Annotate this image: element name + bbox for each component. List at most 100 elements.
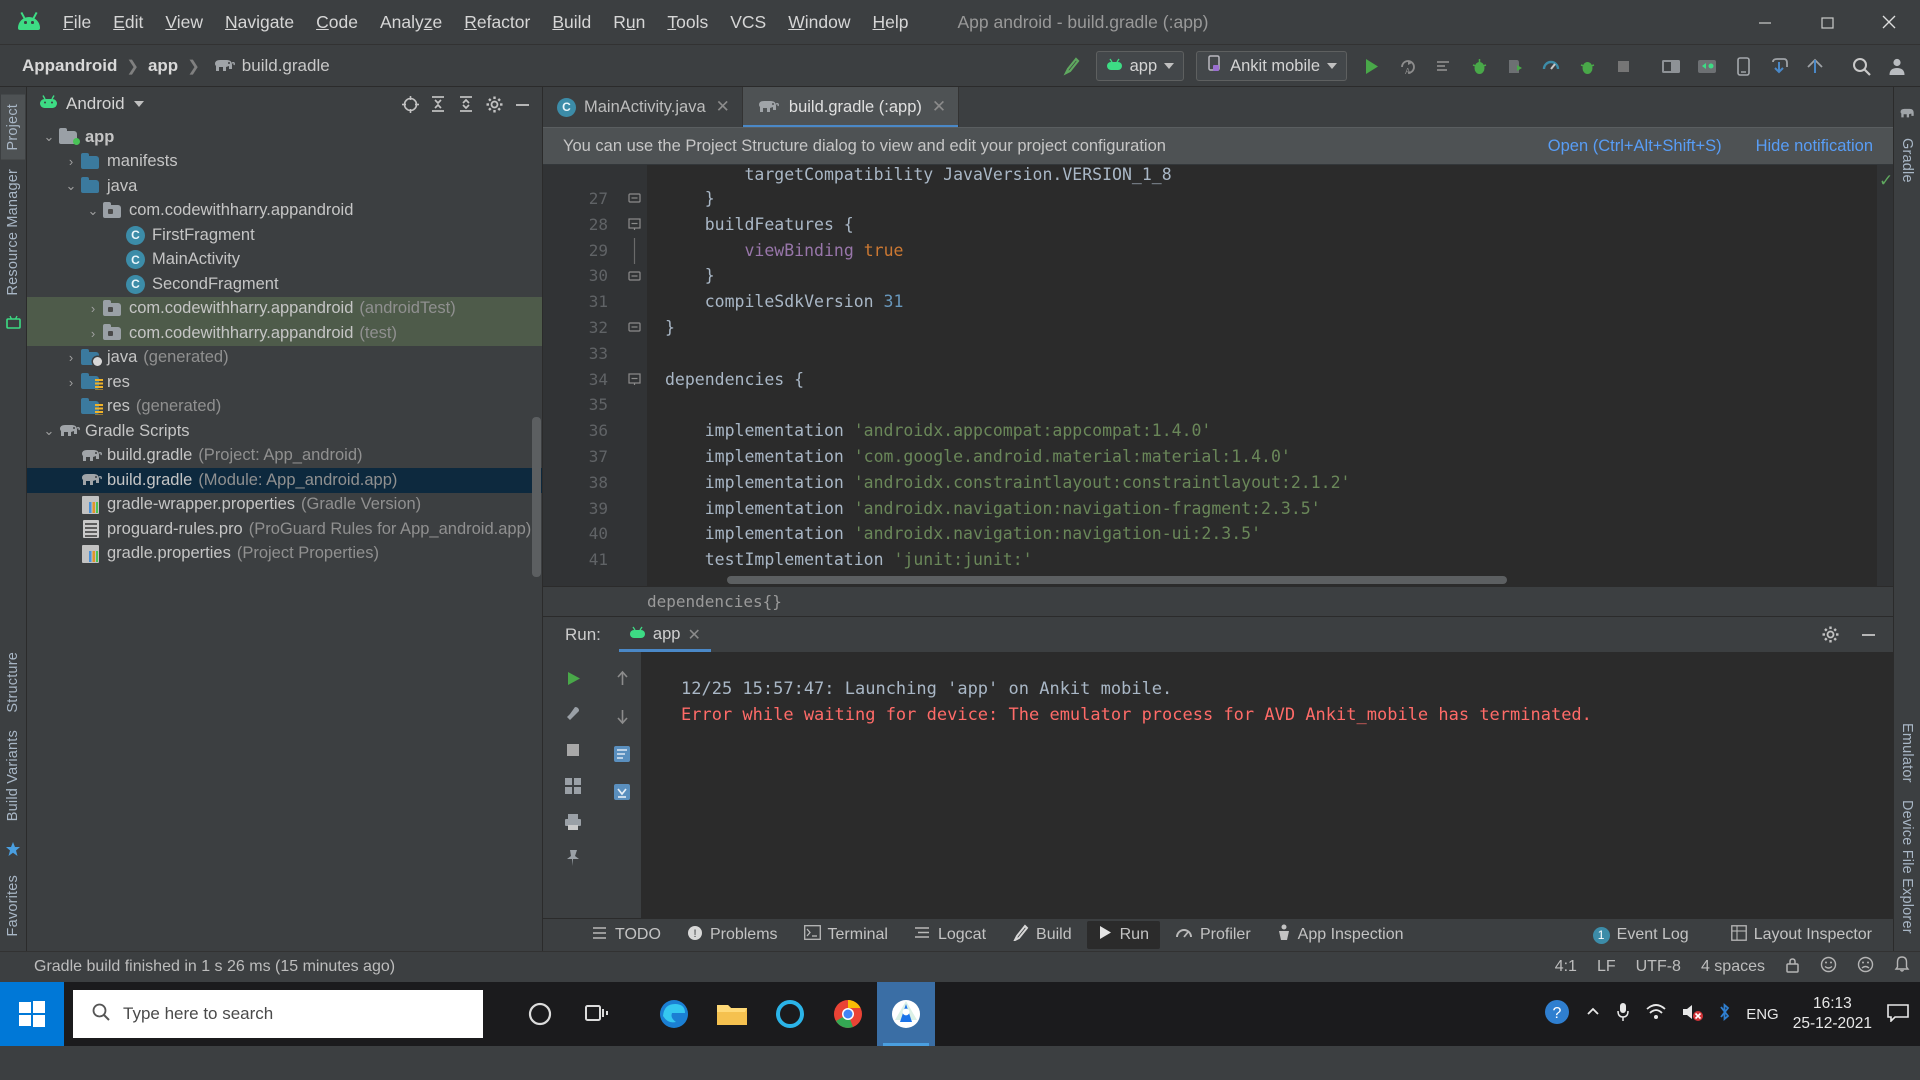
profiler-icon[interactable] <box>1534 49 1568 83</box>
code-line[interactable]: implementation 'androidx.constraintlayou… <box>665 470 1877 496</box>
menu-item-vcs[interactable]: VCS <box>719 7 777 38</box>
tree-row[interactable]: ⌄ Gradle Scripts <box>27 419 542 444</box>
feedback-frown-icon[interactable] <box>1857 956 1874 978</box>
fold-collapse-icon[interactable] <box>621 212 647 238</box>
chevron-down-icon[interactable]: ⌄ <box>41 423 57 439</box>
menu-item-build[interactable]: Build <box>541 7 602 38</box>
file-encoding[interactable]: UTF-8 <box>1636 958 1681 976</box>
avd-icon-2[interactable] <box>1798 49 1832 83</box>
code-line[interactable]: compileSdkVersion 31 <box>665 289 1877 315</box>
minimize-button[interactable] <box>1734 0 1796 45</box>
tree-row[interactable]: › com.codewithharry.appandroid (test) <box>27 321 542 346</box>
editor-tab-mainactivity[interactable]: C MainActivity.java ✕ <box>543 87 743 127</box>
sidebar-item-project[interactable]: Project <box>1 95 25 160</box>
code-line[interactable]: } <box>665 186 1877 212</box>
collapse-all-icon[interactable] <box>452 91 480 117</box>
toolwindow-button-problems[interactable]: ! Problems <box>676 921 789 950</box>
device-manager-icon[interactable] <box>1726 49 1760 83</box>
module-selector[interactable]: app <box>1095 51 1185 81</box>
tree-row[interactable]: C MainActivity <box>27 248 542 273</box>
fold-end-icon[interactable] <box>621 263 647 289</box>
rerun-button[interactable] <box>556 662 590 694</box>
attach-debugger-icon[interactable] <box>1498 49 1532 83</box>
caret-position[interactable]: 4:1 <box>1555 958 1577 976</box>
breadcrumb-file[interactable]: build.gradle <box>242 56 330 76</box>
menu-item-edit[interactable]: Edit <box>102 7 154 38</box>
notification-open-link[interactable]: Open (Ctrl+Alt+Shift+S) <box>1548 137 1722 156</box>
expand-all-icon[interactable] <box>424 91 452 117</box>
sidebar-item-emulator[interactable]: Emulator <box>1895 714 1919 792</box>
wifi-icon[interactable] <box>1645 1003 1667 1025</box>
editor-tab-buildgradle[interactable]: build.gradle (:app) ✕ <box>742 87 960 127</box>
code-line[interactable] <box>665 392 1877 418</box>
stop-button[interactable] <box>1606 49 1640 83</box>
stop-run-button[interactable] <box>556 734 590 766</box>
chevron-right-icon[interactable]: › <box>85 301 101 316</box>
sdk-manager-icon[interactable] <box>1654 49 1688 83</box>
tree-scrollbar[interactable] <box>532 417 541 577</box>
sidebar-item-device-file-explorer[interactable]: Device File Explorer <box>1895 791 1919 943</box>
code-line[interactable]: implementation 'androidx.navigation:navi… <box>665 496 1877 522</box>
sidebar-item-favorites[interactable]: Favorites <box>1 866 25 945</box>
language-indicator[interactable]: ENG <box>1746 1006 1779 1023</box>
volume-muted-icon[interactable] <box>1681 1003 1704 1025</box>
layout-inspector-button[interactable]: Layout Inspector <box>1720 921 1883 950</box>
chevron-down-icon[interactable]: ⌄ <box>85 203 101 219</box>
tree-row[interactable]: C FirstFragment <box>27 223 542 248</box>
toolwindow-button-build[interactable]: Build <box>1001 920 1083 950</box>
show-hidden-icons-chevron[interactable] <box>1585 1004 1601 1024</box>
error-marker-bar[interactable]: ✓ <box>1877 165 1893 586</box>
maximize-button[interactable] <box>1796 0 1858 45</box>
tree-row[interactable]: ⌄ app <box>27 125 542 150</box>
chevron-down-icon[interactable]: ⌄ <box>41 129 57 145</box>
code-line[interactable]: implementation 'androidx.navigation:navi… <box>665 521 1877 547</box>
feedback-smile-icon[interactable] <box>1820 956 1837 978</box>
tree-row[interactable]: › res <box>27 370 542 395</box>
edge-icon[interactable] <box>645 982 703 1046</box>
chevron-right-icon[interactable]: › <box>63 375 79 390</box>
indent-setting[interactable]: 4 spaces <box>1701 958 1765 976</box>
tree-row[interactable]: ⌄ java <box>27 174 542 199</box>
code-line[interactable]: buildFeatures { <box>665 212 1877 238</box>
sidebar-item-structure[interactable]: Structure <box>1 643 25 722</box>
menu-item-code[interactable]: Code <box>305 7 369 38</box>
code-line[interactable]: viewBinding true <box>665 238 1877 264</box>
fold-guide-line[interactable] <box>621 237 647 264</box>
menu-item-help[interactable]: Help <box>862 7 920 38</box>
gradle-stripe-icon[interactable] <box>1899 105 1916 125</box>
print-icon[interactable] <box>556 806 590 838</box>
run-button[interactable] <box>1354 49 1388 83</box>
toolwindow-button-profiler[interactable]: Profiler <box>1164 921 1262 950</box>
menu-item-analyze[interactable]: Analyze <box>369 7 453 38</box>
tree-row[interactable]: gradle-wrapper.properties (Gradle Version… <box>27 493 542 518</box>
line-separator[interactable]: LF <box>1597 958 1616 976</box>
tree-row[interactable]: › com.codewithharry.appandroid (androidTes… <box>27 296 542 321</box>
code-line[interactable]: implementation 'com.google.android.mater… <box>665 444 1877 470</box>
avd-manager-icon[interactable] <box>1690 49 1724 83</box>
fold-collapse-icon[interactable] <box>621 367 647 393</box>
sync-gradle-icon[interactable] <box>1762 49 1796 83</box>
tree-row[interactable]: proguard-rules.pro (ProGuard Rules for Ap… <box>27 517 542 542</box>
scroll-to-end-icon[interactable] <box>605 776 639 808</box>
code-line[interactable]: } <box>665 263 1877 289</box>
close-button[interactable] <box>1858 0 1920 45</box>
toolwindow-button-todo[interactable]: TODO <box>581 921 672 950</box>
debug-button[interactable] <box>1462 49 1496 83</box>
menu-item-navigate[interactable]: Navigate <box>214 7 305 38</box>
toolwindow-button-run[interactable]: Run <box>1086 921 1160 949</box>
breadcrumb-module[interactable]: app <box>148 56 178 76</box>
pin-icon[interactable] <box>556 842 590 874</box>
notifications-bell-icon[interactable] <box>1894 956 1910 978</box>
chevron-down-icon[interactable]: ⌄ <box>63 178 79 194</box>
taskbar-search-box[interactable]: Type here to search <box>73 990 483 1038</box>
run-settings-gear-icon[interactable] <box>1813 619 1847 651</box>
menu-item-file[interactable]: File <box>52 7 102 38</box>
favorites-star-icon[interactable] <box>5 841 21 862</box>
bluetooth-icon[interactable] <box>1717 1002 1732 1026</box>
select-opened-file-icon[interactable] <box>396 91 424 117</box>
code-line[interactable]: testImplementation 'junit:junit:' <box>665 547 1877 573</box>
help-circle-icon[interactable]: ? <box>1543 998 1571 1030</box>
menu-item-refactor[interactable]: Refactor <box>453 7 541 38</box>
event-log-button[interactable]: 1 Event Log <box>1582 922 1700 948</box>
hide-run-panel-icon[interactable] <box>1851 619 1885 651</box>
